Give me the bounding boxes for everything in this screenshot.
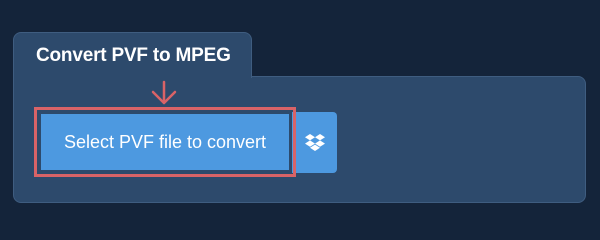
dropbox-icon	[304, 133, 325, 151]
tab-title: Convert PVF to MPEG	[36, 45, 231, 66]
converter-tab: Convert PVF to MPEG	[13, 32, 252, 78]
arrow-down-icon	[151, 80, 177, 105]
select-file-button-label: Select PVF file to convert	[63, 131, 267, 152]
select-file-button[interactable]: Select PVF file to convert	[34, 107, 296, 177]
dropbox-button[interactable]	[292, 112, 337, 173]
select-file-button-body[interactable]: Select PVF file to convert	[41, 114, 289, 170]
